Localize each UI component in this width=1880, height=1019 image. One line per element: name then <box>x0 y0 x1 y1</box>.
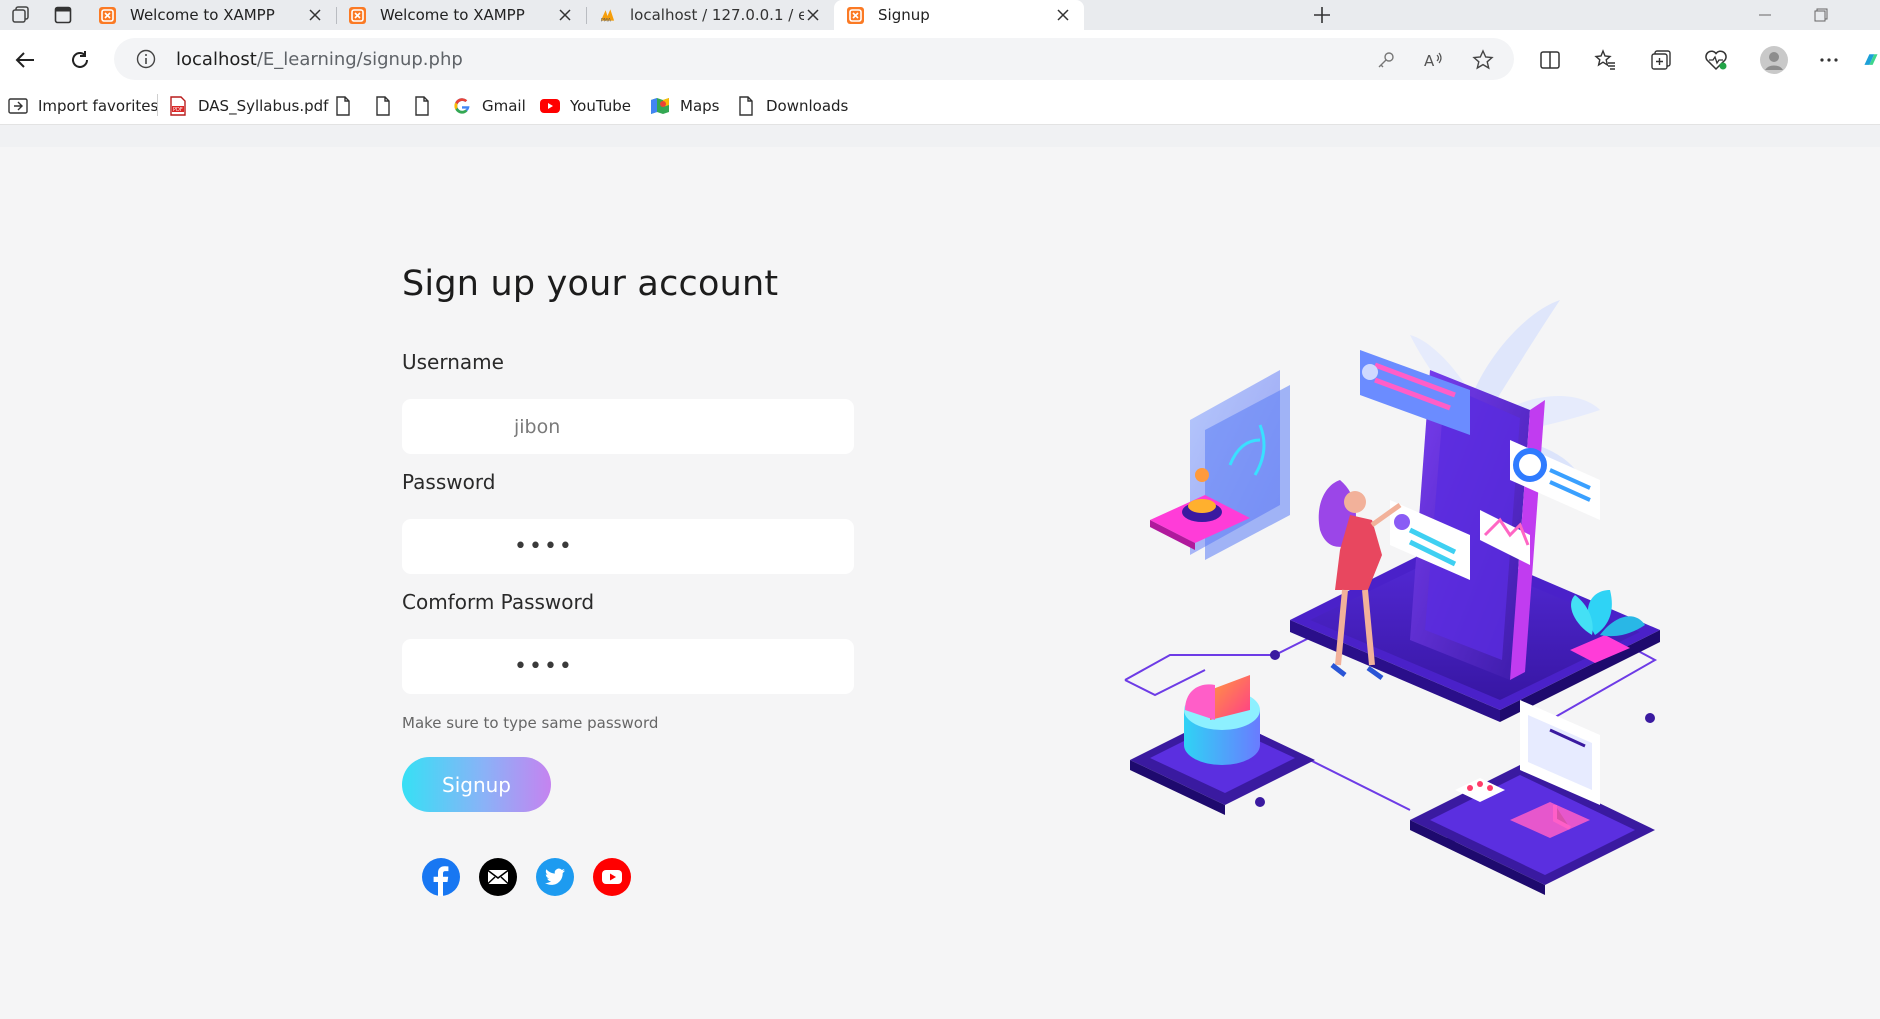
bookmark-label: Import favorites <box>38 97 159 115</box>
isometric-tech-illustration <box>1124 300 1660 895</box>
google-icon <box>452 96 472 116</box>
tab-title: Welcome to XAMPP <box>380 6 525 24</box>
browser-essentials-icon[interactable] <box>1703 47 1729 73</box>
copilot-icon[interactable] <box>1862 47 1880 73</box>
xampp-icon <box>99 6 116 24</box>
bookmark-label: Gmail <box>482 97 526 115</box>
tab-strip: Welcome to XAMPP Welcome to XAMPP PMA lo… <box>0 0 1880 30</box>
bookmarks-divider <box>157 94 158 116</box>
address-bar[interactable]: localhost/E_learning/signup.php A <box>114 38 1514 80</box>
bookmark-youtube[interactable]: YouTube <box>540 94 631 118</box>
bookmark-label: Downloads <box>766 97 849 115</box>
password-hint: Make sure to type same password <box>402 714 659 732</box>
favorite-star-icon[interactable] <box>1471 48 1495 72</box>
tab-actions-icon[interactable] <box>52 4 74 26</box>
page-icon <box>373 96 393 116</box>
tab-title: localhost / 127.0.0.1 / e_learning <box>630 6 804 24</box>
tab-title: Signup <box>878 6 930 24</box>
confirm-password-input[interactable] <box>402 639 854 694</box>
youtube-icon <box>540 96 560 116</box>
maps-icon <box>650 96 670 116</box>
favorites-icon[interactable] <box>1592 47 1618 73</box>
close-icon[interactable] <box>556 6 574 24</box>
close-icon[interactable] <box>306 6 324 24</box>
bookmark-label: DAS_Syllabus.pdf <box>198 97 329 115</box>
bookmark-page-1[interactable] <box>333 94 363 118</box>
bookmark-maps[interactable]: Maps <box>650 94 719 118</box>
username-label: Username <box>402 350 504 374</box>
tab-welcome-xampp-2[interactable]: Welcome to XAMPP <box>336 0 586 30</box>
back-icon[interactable] <box>12 47 38 73</box>
xampp-icon <box>847 6 864 24</box>
close-icon[interactable] <box>804 6 822 24</box>
workspaces-icon[interactable] <box>10 4 32 26</box>
page-icon <box>333 96 353 116</box>
page-icon <box>736 96 756 116</box>
import-icon <box>8 96 28 116</box>
read-aloud-icon[interactable]: A <box>1422 48 1446 72</box>
svg-text:A: A <box>1424 52 1435 70</box>
site-info-icon[interactable] <box>136 49 156 69</box>
tab-welcome-xampp-1[interactable]: Welcome to XAMPP <box>86 0 336 30</box>
url-text[interactable]: localhost/E_learning/signup.php <box>176 49 463 70</box>
svg-text:PDF: PDF <box>173 107 183 113</box>
refresh-icon[interactable] <box>67 47 93 73</box>
signup-button[interactable]: Signup <box>402 757 551 812</box>
new-tab-button[interactable] <box>1310 3 1334 27</box>
password-input[interactable] <box>402 519 854 574</box>
bookmark-page-2[interactable] <box>373 94 403 118</box>
more-options-icon[interactable] <box>1816 47 1842 73</box>
bookmark-das-syllabus[interactable]: PDF DAS_Syllabus.pdf <box>168 94 328 118</box>
page-icon <box>412 96 432 116</box>
confirm-password-label: Comform Password <box>402 590 595 614</box>
split-screen-icon[interactable] <box>1537 47 1563 73</box>
tab-signup[interactable]: Signup <box>834 0 1084 30</box>
profile-avatar[interactable] <box>1759 45 1789 75</box>
phpmyadmin-icon: PMA <box>599 7 616 24</box>
key-icon[interactable] <box>1374 48 1398 72</box>
twitter-icon[interactable] <box>535 857 575 897</box>
password-label: Password <box>402 470 496 494</box>
tab-title: Welcome to XAMPP <box>130 6 275 24</box>
collections-icon[interactable] <box>1648 47 1674 73</box>
mail-icon[interactable] <box>478 857 518 897</box>
bookmarks-bar: Import favorites PDF DAS_Syllabus.pdf Gm… <box>0 88 1880 125</box>
bookmark-import-favorites[interactable]: Import favorites <box>8 94 158 118</box>
username-input[interactable] <box>402 399 854 454</box>
svg-text:PMA: PMA <box>601 18 612 23</box>
url-host: localhost <box>176 49 257 70</box>
bookmark-page-3[interactable] <box>412 94 442 118</box>
minimize-icon[interactable] <box>1756 6 1774 24</box>
facebook-icon[interactable] <box>421 857 461 897</box>
close-icon[interactable] <box>1054 6 1072 24</box>
pdf-icon: PDF <box>168 96 188 116</box>
url-path: /E_learning/signup.php <box>256 49 463 70</box>
tab-phpmyadmin[interactable]: PMA localhost / 127.0.0.1 / e_learning <box>586 0 834 30</box>
navigation-toolbar: localhost/E_learning/signup.php A <box>0 30 1880 88</box>
xampp-icon <box>349 6 366 24</box>
youtube-icon[interactable] <box>592 857 632 897</box>
bookmark-gmail[interactable]: Gmail <box>452 94 526 118</box>
page-top-strip <box>0 125 1880 147</box>
bookmark-label: YouTube <box>570 97 631 115</box>
bookmark-downloads[interactable]: Downloads <box>736 94 848 118</box>
page-title: Sign up your account <box>402 264 779 304</box>
restore-icon[interactable] <box>1812 6 1830 24</box>
bookmark-label: Maps <box>680 97 720 115</box>
